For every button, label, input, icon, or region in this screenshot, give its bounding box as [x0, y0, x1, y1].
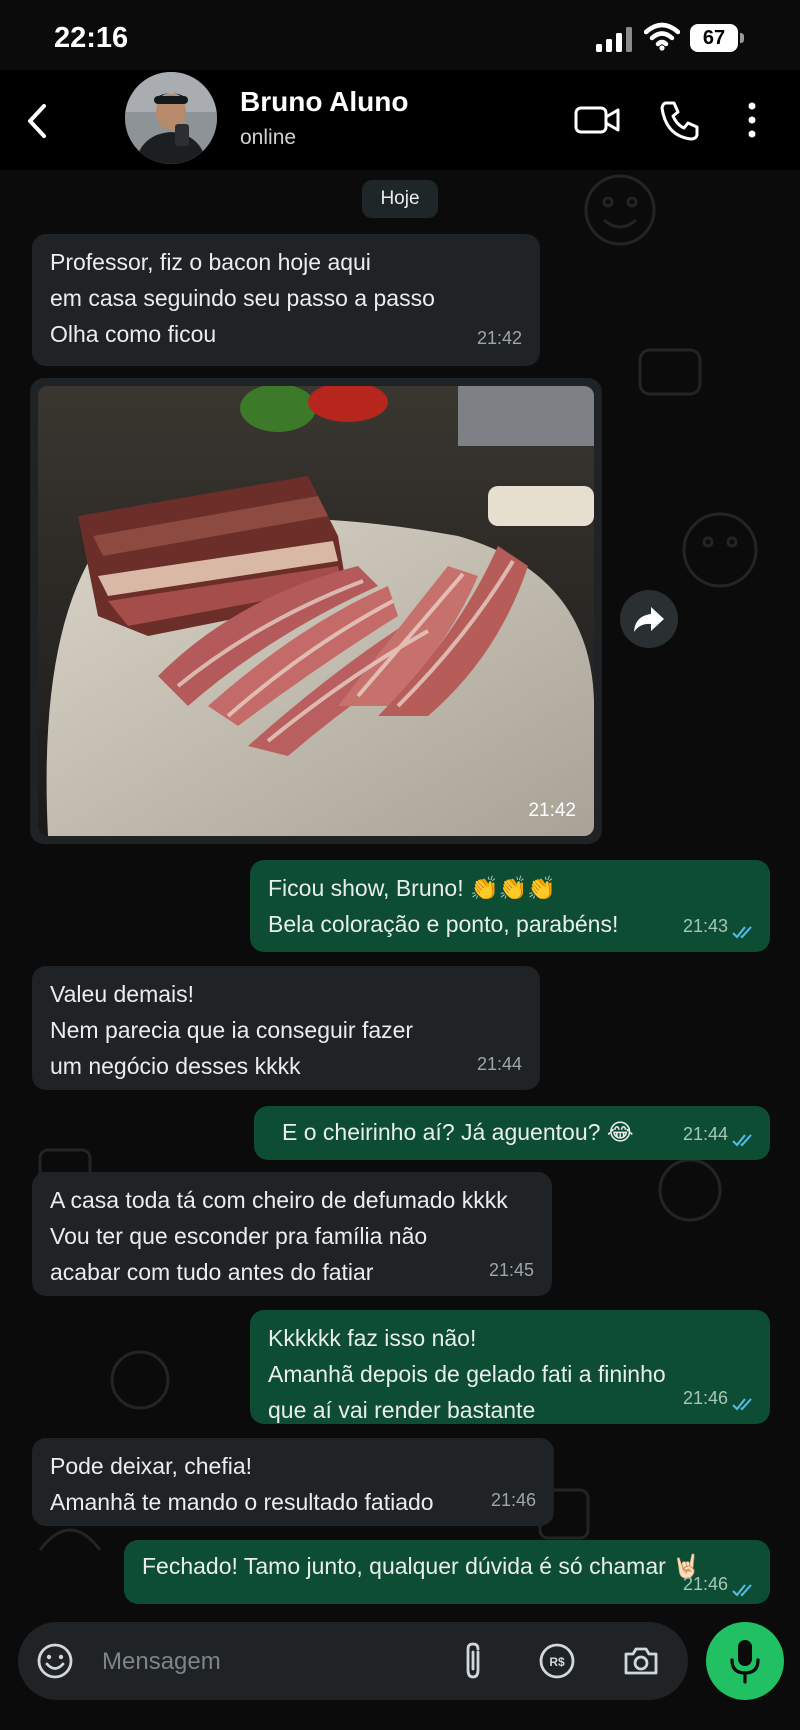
- forward-icon: [634, 607, 664, 632]
- message-time: 21:45: [488, 1260, 534, 1280]
- avatar[interactable]: [125, 72, 217, 164]
- message-time: 21:42: [476, 328, 522, 348]
- message-text: Kkkkkk faz isso não! Amanhã depois de ge…: [268, 1325, 666, 1423]
- emoji-icon[interactable]: [36, 1642, 74, 1680]
- svg-text:R$: R$: [549, 1655, 565, 1669]
- message-text: E o cheirinho aí? Já aguentou? 😂: [282, 1119, 634, 1145]
- message-bubble-outgoing[interactable]: E o cheirinho aí? Já aguentou? 😂 21:44: [254, 1106, 770, 1160]
- image-time: 21:42: [528, 800, 576, 821]
- microphone-button[interactable]: [706, 1622, 784, 1700]
- message-composer: R$: [18, 1622, 688, 1700]
- phone-icon[interactable]: [658, 98, 702, 142]
- read-receipt-icon: [732, 1584, 752, 1597]
- contact-status: online: [240, 126, 297, 149]
- avatar-photo: [125, 72, 217, 164]
- battery-indicator: 67: [690, 24, 746, 54]
- message-bubble-outgoing[interactable]: Ficou show, Bruno! 👏👏👏 Bela coloração e …: [250, 860, 770, 952]
- image-message[interactable]: 21:42: [30, 378, 602, 844]
- message-bubble-outgoing[interactable]: Fechado! Tamo junto, qualquer dúvida é s…: [124, 1540, 770, 1604]
- message-text: A casa toda tá com cheiro de defumado kk…: [50, 1187, 508, 1285]
- wifi-icon: [644, 22, 680, 51]
- message-time: 21:44: [476, 1054, 522, 1074]
- read-receipt-icon: [732, 1134, 752, 1147]
- message-text: Ficou show, Bruno! 👏👏👏 Bela coloração e …: [268, 875, 619, 937]
- message-bubble-outgoing[interactable]: Kkkkkk faz isso não! Amanhã depois de ge…: [250, 1310, 770, 1424]
- battery-level: 67: [690, 24, 738, 52]
- forward-button[interactable]: [620, 590, 678, 648]
- message-input[interactable]: [100, 1636, 464, 1688]
- read-receipt-icon: [732, 926, 752, 939]
- message-text: Pode deixar, chefia! Amanhã te mando o r…: [50, 1453, 434, 1515]
- message-time: 21:44: [682, 1124, 728, 1144]
- camera-icon[interactable]: [622, 1642, 660, 1680]
- battery-tip: [740, 33, 744, 43]
- back-arrow-icon[interactable]: [18, 96, 58, 146]
- message-bubble-incoming[interactable]: Pode deixar, chefia! Amanhã te mando o r…: [32, 1438, 554, 1526]
- read-receipt-icon: [732, 1398, 752, 1411]
- message-time: 21:46: [490, 1490, 536, 1510]
- message-bubble-incoming[interactable]: Valeu demais! Nem parecia que ia consegu…: [32, 966, 540, 1090]
- microphone-icon: [730, 1640, 760, 1684]
- paperclip-icon[interactable]: [458, 1640, 488, 1682]
- chat-header: Bruno Aluno online: [0, 70, 800, 170]
- message-bubble-incoming[interactable]: Professor, fiz o bacon hoje aqui em casa…: [32, 234, 540, 366]
- bacon-photo[interactable]: 21:42: [38, 386, 594, 836]
- video-camera-icon[interactable]: [574, 98, 620, 142]
- status-bar: 22:16 67: [0, 0, 800, 80]
- payment-icon[interactable]: R$: [538, 1642, 576, 1680]
- status-time: 22:16: [54, 22, 129, 54]
- message-text: Professor, fiz o bacon hoje aqui em casa…: [50, 249, 435, 347]
- message-text: Fechado! Tamo junto, qualquer dúvida é s…: [142, 1553, 701, 1579]
- message-bubble-incoming[interactable]: A casa toda tá com cheiro de defumado kk…: [32, 1172, 552, 1296]
- cellular-signal-icon: [596, 27, 632, 52]
- message-text: Valeu demais! Nem parecia que ia consegu…: [50, 981, 414, 1079]
- bacon-image: [38, 386, 594, 836]
- message-time: 21:46: [682, 1574, 728, 1594]
- date-separator: Hoje: [362, 180, 438, 218]
- contact-name[interactable]: Bruno Aluno: [240, 86, 408, 118]
- message-time: 21:46: [682, 1388, 728, 1408]
- more-vertical-icon[interactable]: [738, 98, 766, 142]
- message-time: 21:43: [682, 916, 728, 936]
